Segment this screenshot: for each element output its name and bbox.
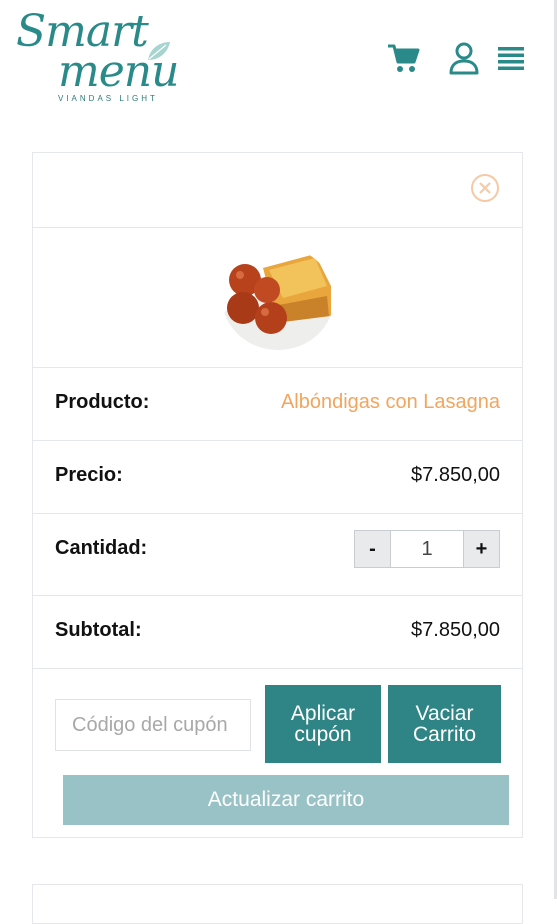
price-value: $7.850,00 [411, 464, 500, 486]
cart-item-card: Producto: Albóndigas con Lasagna Precio:… [32, 152, 523, 838]
subtotal-row: Subtotal: $7.850,00 [33, 595, 522, 668]
coupon-code-input[interactable] [55, 699, 251, 751]
subtotal-value: $7.850,00 [411, 619, 500, 641]
empty-cart-label-1: Vaciar [415, 702, 474, 725]
product-name-link[interactable]: Albóndigas con Lasagna [281, 390, 500, 414]
quantity-input[interactable] [391, 531, 463, 567]
logo-tagline: VIANDAS LIGHT [58, 94, 158, 103]
leaf-icon [148, 42, 170, 60]
decrease-quantity-button[interactable]: - [355, 531, 391, 567]
quantity-label: Cantidad: [55, 537, 148, 559]
product-row: Producto: Albóndigas con Lasagna [33, 367, 522, 440]
smart-menu-logo[interactable]: Smart menu VIANDAS LIGHT [14, 10, 179, 108]
product-label: Producto: [55, 391, 150, 413]
subtotal-label: Subtotal: [55, 619, 142, 641]
product-image-row [33, 227, 522, 367]
cart-totals-card [32, 884, 523, 924]
remove-row [33, 153, 522, 227]
site-header: Smart menu VIANDAS LIGHT [0, 0, 557, 120]
empty-cart-label-2: Carrito [412, 723, 476, 746]
increase-quantity-button[interactable]: + [463, 531, 499, 567]
empty-cart-button[interactable]: Vaciar Carrito [388, 685, 501, 763]
user-icon[interactable] [446, 40, 482, 76]
price-label: Precio: [55, 464, 123, 486]
price-row: Precio: $7.850,00 [33, 440, 522, 513]
quantity-row: Cantidad: - + [33, 513, 522, 595]
apply-coupon-label-1: Aplicar [290, 702, 356, 725]
product-thumbnail[interactable] [223, 246, 333, 350]
cart-icon[interactable] [386, 40, 422, 76]
update-cart-button[interactable]: Actualizar carrito [63, 775, 509, 825]
apply-coupon-label-2: cupón [294, 723, 352, 746]
quantity-stepper: - + [354, 530, 500, 568]
apply-coupon-button[interactable]: Aplicar cupón [265, 685, 381, 763]
cart-actions-row: Aplicar cupón Vaciar Carrito Actualizar … [33, 668, 522, 838]
close-circle-icon[interactable] [470, 173, 500, 203]
menu-icon[interactable] [494, 40, 530, 76]
